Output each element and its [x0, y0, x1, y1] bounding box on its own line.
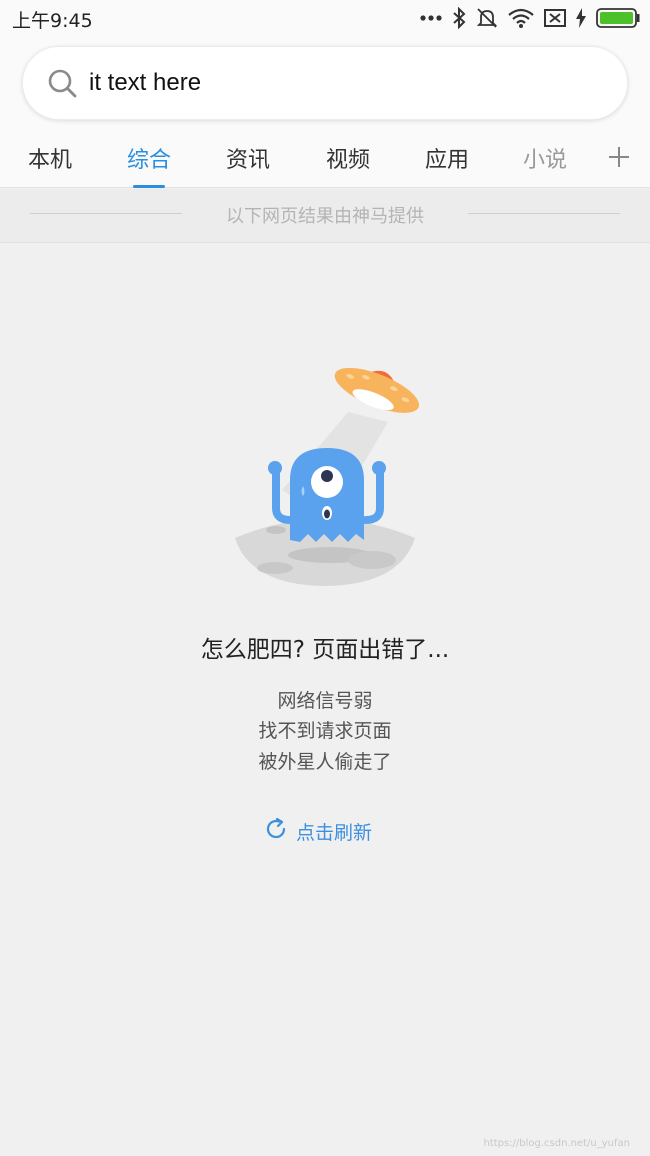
category-tabs: 本机 综合 资讯 视频 应用 小说 — [0, 128, 650, 188]
error-reason-1: 网络信号弱 — [277, 690, 373, 712]
refresh-icon — [264, 817, 288, 846]
tab-news[interactable]: 资讯 — [208, 142, 288, 188]
provider-note: 以下网页结果由神马提供 — [226, 206, 424, 227]
mute-bell-icon — [476, 7, 498, 29]
tab-apps[interactable]: 应用 — [407, 142, 487, 188]
divider-right — [468, 213, 620, 214]
error-reason-2: 找不到请求页面 — [258, 720, 392, 742]
refresh-label: 点击刷新 — [296, 821, 373, 844]
search-input[interactable] — [89, 65, 589, 101]
battery-icon — [596, 8, 640, 28]
tab-novel[interactable]: 小说 — [505, 142, 585, 188]
charging-icon — [576, 8, 586, 28]
search-icon — [47, 68, 77, 102]
tab-general[interactable]: 综合 — [109, 142, 189, 188]
wifi-icon — [508, 8, 534, 28]
alien-ufo-illustration — [230, 360, 425, 594]
add-tab-icon[interactable] — [608, 146, 630, 168]
more-dots-icon — [420, 14, 442, 22]
bluetooth-icon — [452, 7, 466, 29]
error-title: 怎么肥四? 页面出错了... — [200, 637, 450, 663]
refresh-button[interactable]: 点击刷新 — [264, 816, 372, 846]
error-reason-3: 被外星人偷走了 — [258, 751, 392, 773]
status-icons — [420, 6, 640, 30]
tab-local[interactable]: 本机 — [10, 142, 90, 188]
watermark: https://blog.csdn.net/u_yufan — [483, 1138, 630, 1149]
tab-video[interactable]: 视频 — [308, 142, 388, 188]
status-time: 上午9:45 — [12, 10, 93, 32]
provider-bar: 以下网页结果由神马提供 — [0, 189, 650, 243]
search-area — [0, 38, 650, 128]
status-bar: 上午9:45 — [0, 0, 650, 38]
no-sim-icon — [544, 8, 566, 28]
search-box[interactable] — [22, 46, 628, 120]
